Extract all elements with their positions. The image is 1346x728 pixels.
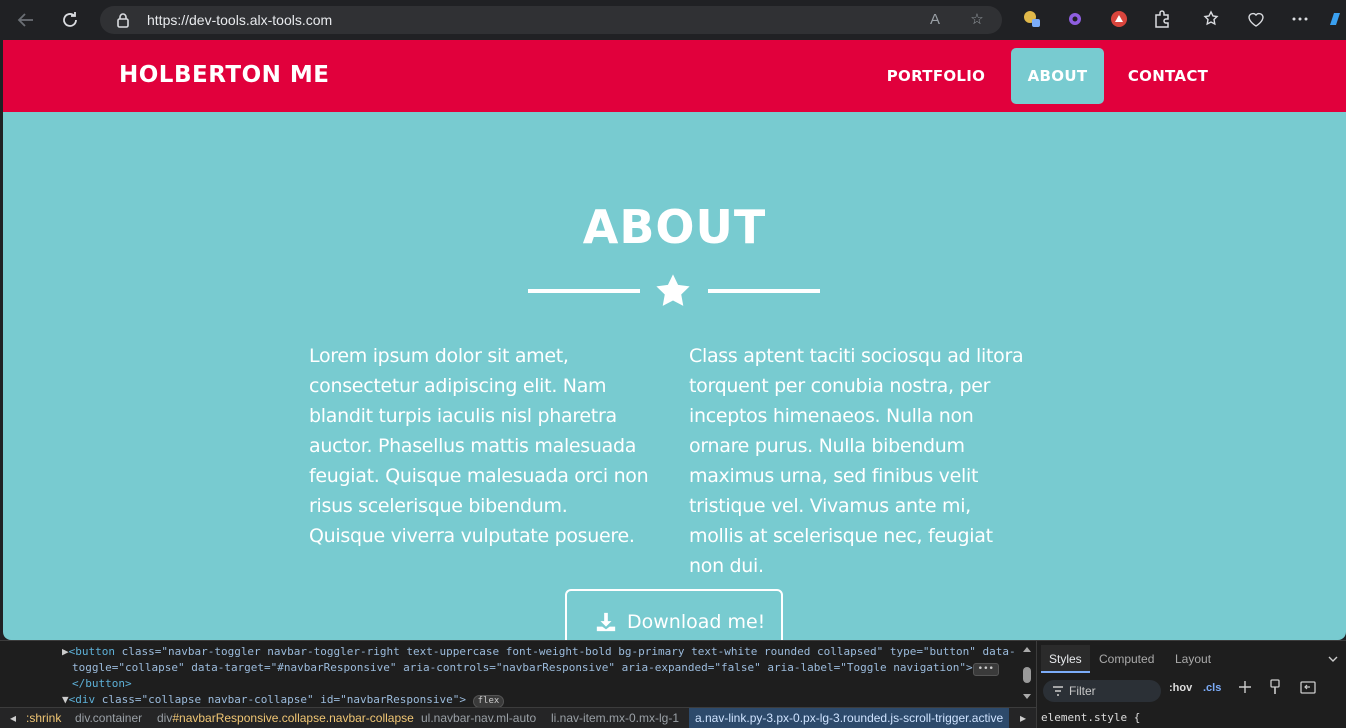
breadcrumb-scroll-left-icon[interactable]: ◂: [10, 711, 16, 725]
tab-layout[interactable]: Layout: [1167, 645, 1219, 673]
address-bar[interactable]: https://dev-tools.alx-tools.com A ☆: [100, 6, 1002, 34]
star-icon: [656, 274, 690, 306]
browser-toolbar: https://dev-tools.alx-tools.com A ☆: [0, 0, 1346, 40]
add-rule-icon[interactable]: [1237, 678, 1253, 699]
breadcrumb-scroll-right-icon[interactable]: ▸: [1020, 711, 1026, 725]
read-aloud-icon[interactable]: A: [926, 11, 944, 29]
favorites-icon[interactable]: [1202, 9, 1222, 29]
devtools-panel: ▶<button class="navbar-toggler navbar-to…: [0, 640, 1346, 728]
breadcrumb-navbar-nav[interactable]: ul.navbar-nav.ml-auto: [421, 711, 536, 725]
breadcrumb-nav-item[interactable]: li.nav-item.mx-0.mx-lg-1: [551, 711, 679, 725]
chevron-down-icon[interactable]: [1327, 645, 1339, 673]
nav-link-portfolio[interactable]: PORTFOLIO: [876, 48, 996, 104]
more-menu-icon[interactable]: [1290, 9, 1310, 29]
download-icon: [596, 612, 616, 632]
extension-paint-icon[interactable]: [1022, 9, 1042, 29]
brand-link[interactable]: HOLBERTON ME: [119, 62, 329, 88]
breadcrumb-nav-link-active[interactable]: a.nav-link.py-3.px-0.px-lg-3.rounded.js-…: [689, 708, 1010, 728]
copilot-icon[interactable]: [1326, 9, 1346, 29]
divider-line-left: [528, 289, 640, 293]
about-text-right: Class aptent taciti sociosqu ad litora t…: [689, 345, 1024, 577]
extensions-puzzle-icon[interactable]: [1152, 9, 1172, 29]
page-viewport: HOLBERTON ME PORTFOLIO ABOUT CONTACT ABO…: [3, 40, 1346, 640]
styles-pane: Styles Computed Layout Filter :hov .cls …: [1036, 641, 1346, 728]
hover-state-toggle[interactable]: :hov: [1169, 682, 1192, 694]
divider-line-right: [708, 289, 820, 293]
breadcrumb-container[interactable]: div.container: [75, 711, 142, 725]
paint-brush-icon[interactable]: [1268, 678, 1282, 699]
breadcrumb-navbar-responsive[interactable]: div#navbarResponsive.collapse.navbar-col…: [157, 711, 414, 725]
dom-breadcrumbs: ◂ :shrink div.container div#navbarRespon…: [0, 707, 1036, 728]
dom-scrollbar[interactable]: [1021, 645, 1033, 701]
download-label: Download me!: [627, 611, 766, 633]
class-toggle[interactable]: .cls: [1203, 682, 1221, 694]
styles-filter-input[interactable]: Filter: [1043, 680, 1161, 702]
refresh-icon[interactable]: [58, 8, 82, 32]
elements-tree: ▶<button class="navbar-toggler navbar-to…: [0, 641, 1036, 728]
extension-gear-icon[interactable]: [1065, 9, 1085, 29]
breadcrumb-shrink[interactable]: :shrink: [26, 711, 61, 725]
dom-line-button-attrs[interactable]: toggle="collapse" data-target="#navbarRe…: [72, 661, 999, 676]
element-style-rule[interactable]: element.style {: [1041, 711, 1140, 724]
filter-placeholder: Filter: [1069, 684, 1096, 698]
dom-line-button-close[interactable]: </button>: [72, 677, 132, 690]
toggle-sidebar-icon[interactable]: [1299, 678, 1317, 699]
lock-icon: [117, 13, 129, 28]
browser-essentials-icon[interactable]: [1246, 9, 1266, 29]
filter-icon: [1053, 686, 1063, 696]
dom-line-navbar-collapse[interactable]: ▼<div class="collapse navbar-collapse" i…: [62, 693, 505, 708]
nav-link-contact[interactable]: CONTACT: [1116, 48, 1220, 104]
favorite-star-icon[interactable]: ☆: [968, 11, 986, 29]
dom-line-button[interactable]: ▶<button class="navbar-toggler navbar-to…: [62, 645, 1016, 658]
back-arrow-icon[interactable]: [14, 8, 38, 32]
site-navbar: HOLBERTON ME PORTFOLIO ABOUT CONTACT: [3, 40, 1346, 112]
tab-computed[interactable]: Computed: [1091, 645, 1162, 673]
download-button[interactable]: Download me!: [565, 589, 783, 640]
about-text-left: Lorem ipsum dolor sit amet, consectetur …: [309, 345, 649, 547]
nav-link-about[interactable]: ABOUT: [1011, 48, 1104, 104]
tab-styles[interactable]: Styles: [1041, 645, 1090, 673]
url-text: https://dev-tools.alx-tools.com: [147, 12, 333, 28]
about-heading: ABOUT: [582, 200, 767, 254]
extension-drive-icon[interactable]: [1109, 9, 1129, 29]
